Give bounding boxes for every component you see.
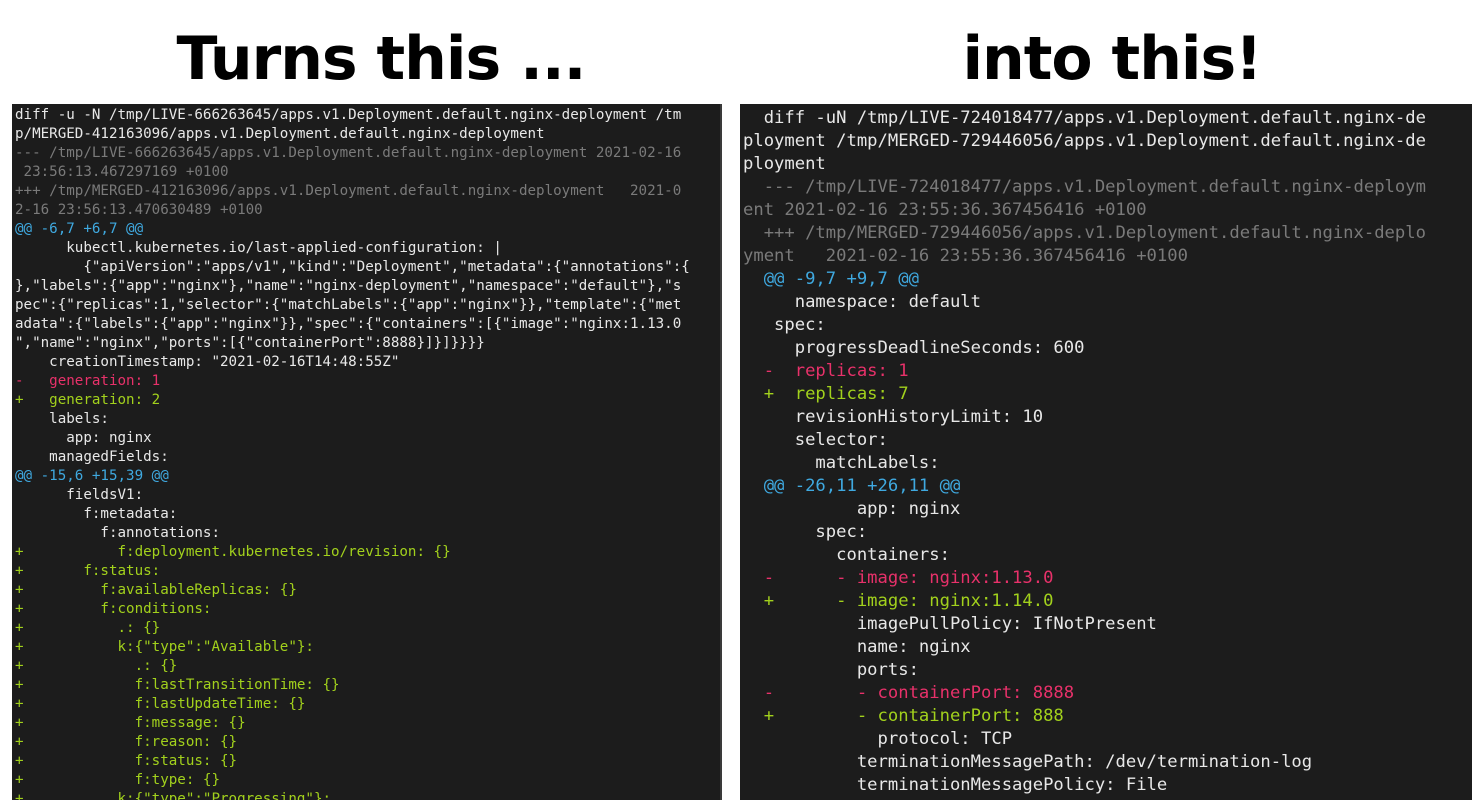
diff-line-add: + f:message: {} [15, 715, 246, 731]
diff-line-normal: revisionHistoryLimit: 10 [743, 407, 1044, 427]
diff-output-before: diff -u -N /tmp/LIVE-666263645/apps.v1.D… [12, 104, 720, 800]
diff-line-add: + f:conditions: [15, 601, 212, 617]
diff-line-meta: --- /tmp/LIVE-724018477/apps.v1.Deployme… [743, 177, 1426, 197]
diff-line-normal: imagePullPolicy: IfNotPresent [743, 614, 1157, 634]
diff-line-add: + k:{"type":"Progressing"}: [15, 791, 332, 800]
diff-line-normal: {"apiVersion":"apps/v1","kind":"Deployme… [15, 259, 690, 275]
diff-line-add: + f:type: {} [15, 772, 220, 788]
diff-line-add: + f:availableReplicas: {} [15, 582, 297, 598]
diff-line-add: + - image: nginx:1.14.0 [743, 591, 1054, 611]
diff-output-after: diff -uN /tmp/LIVE-724018477/apps.v1.Dep… [740, 104, 1472, 797]
diff-line-normal: pec":{"replicas":1,"selector":{"matchLab… [15, 297, 682, 313]
diff-line-add: + replicas: 7 [743, 384, 909, 404]
heading-before: Turns this ... [176, 24, 587, 94]
diff-line-normal: ployment [743, 154, 826, 174]
diff-line-normal: spec: [743, 522, 868, 542]
diff-line-normal: selector: [743, 430, 888, 450]
diff-line-normal: terminationMessagePath: /dev/termination… [743, 752, 1313, 772]
diff-line-hunk: @@ -15,6 +15,39 @@ [15, 468, 169, 484]
diff-line-normal: managedFields: [15, 449, 169, 465]
diff-line-normal: ","name":"nginx","ports":[{"containerPor… [15, 335, 485, 351]
diff-line-meta: 2-16 23:56:13.470630489 +0100 [15, 202, 263, 218]
diff-line-meta: +++ /tmp/MERGED-729446056/apps.v1.Deploy… [743, 223, 1426, 243]
diff-line-add: + f:status: {} [15, 753, 238, 769]
diff-line-add: + f:lastUpdateTime: {} [15, 696, 306, 712]
diff-line-normal: containers: [743, 545, 950, 565]
diff-line-add: + generation: 2 [15, 392, 161, 408]
diff-line-normal: terminationMessagePolicy: File [743, 775, 1168, 795]
diff-line-normal: progressDeadlineSeconds: 600 [743, 338, 1085, 358]
diff-line-add: + f:deployment.kubernetes.io/revision: {… [15, 544, 451, 560]
diff-line-add: + k:{"type":"Available"}: [15, 639, 314, 655]
heading-after: into this! [962, 24, 1262, 94]
diff-line-normal: matchLabels: [743, 453, 940, 473]
diff-line-normal: creationTimestamp: "2021-02-16T14:48:55Z… [15, 354, 400, 370]
diff-line-normal: ployment /tmp/MERGED-729446056/apps.v1.D… [743, 131, 1426, 151]
diff-line-add: + f:lastTransitionTime: {} [15, 677, 340, 693]
diff-line-normal: },"labels":{"app":"nginx"},"name":"nginx… [15, 278, 682, 294]
terminal-window-after: diff -uN /tmp/LIVE-724018477/apps.v1.Dep… [740, 104, 1472, 800]
diff-line-normal: adata":{"labels":{"app":"nginx"}},"spec"… [15, 316, 682, 332]
diff-line-normal: protocol: TCP [743, 729, 1013, 749]
diff-line-del: - generation: 1 [15, 373, 161, 389]
diff-line-add: + - containerPort: 888 [743, 706, 1064, 726]
diff-line-meta: yment 2021-02-16 23:55:36.367456416 +010… [743, 246, 1188, 266]
diff-line-normal: ports: [743, 660, 919, 680]
diff-line-normal: p/MERGED-412163096/apps.v1.Deployment.de… [15, 126, 545, 142]
diff-line-hunk: @@ -6,7 +6,7 @@ [15, 221, 144, 237]
diff-line-del: - - image: nginx:1.13.0 [743, 568, 1054, 588]
terminal-window-before: diff -u -N /tmp/LIVE-666263645/apps.v1.D… [12, 104, 722, 800]
diff-line-hunk: @@ -26,11 +26,11 @@ [743, 476, 961, 496]
diff-line-normal: f:annotations: [15, 525, 220, 541]
diff-line-meta: 23:56:13.467297169 +0100 [15, 164, 229, 180]
diff-line-del: - - containerPort: 8888 [743, 683, 1075, 703]
diff-line-normal: namespace: default [743, 292, 981, 312]
diff-line-normal: name: nginx [743, 637, 971, 657]
diff-line-normal: spec: [743, 315, 826, 335]
diff-line-normal: app: nginx [743, 499, 961, 519]
diff-line-normal: diff -u -N /tmp/LIVE-666263645/apps.v1.D… [15, 107, 682, 123]
diff-line-add: + f:status: [15, 563, 161, 579]
diff-line-normal: fieldsV1: [15, 487, 144, 503]
diff-line-normal: diff -uN /tmp/LIVE-724018477/apps.v1.Dep… [743, 108, 1426, 128]
diff-line-normal: kubectl.kubernetes.io/last-applied-confi… [15, 240, 502, 256]
diff-line-meta: +++ /tmp/MERGED-412163096/apps.v1.Deploy… [15, 183, 682, 199]
diff-line-meta: --- /tmp/LIVE-666263645/apps.v1.Deployme… [15, 145, 682, 161]
diff-line-normal: labels: [15, 411, 109, 427]
diff-line-del: - replicas: 1 [743, 361, 909, 381]
diff-line-normal: f:metadata: [15, 506, 178, 522]
diff-line-normal: app: nginx [15, 430, 152, 446]
diff-line-add: + f:reason: {} [15, 734, 238, 750]
diff-line-add: + .: {} [15, 620, 161, 636]
diff-line-add: + .: {} [15, 658, 178, 674]
diff-line-meta: ent 2021-02-16 23:55:36.367456416 +0100 [743, 200, 1147, 220]
diff-line-hunk: @@ -9,7 +9,7 @@ [743, 269, 919, 289]
